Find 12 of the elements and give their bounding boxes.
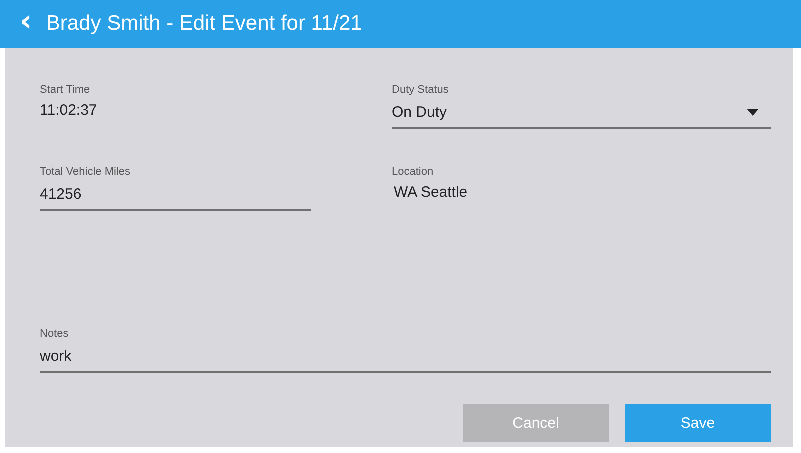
input-field[interactable]: work bbox=[40, 346, 771, 373]
field-label: Location bbox=[392, 166, 435, 178]
field-label: Start Time bbox=[40, 84, 92, 96]
field-value: WA Seattle bbox=[393, 184, 469, 201]
field-label: Notes bbox=[40, 328, 70, 340]
page-title: Brady Smith - Edit Event for 11/21 bbox=[46, 12, 362, 36]
field-value: 11:02:37 bbox=[40, 102, 98, 119]
field-label: Total Vehicle Miles bbox=[40, 166, 132, 178]
duty-status-dropdown[interactable]: On Duty bbox=[392, 102, 771, 129]
field-label: Duty Status bbox=[392, 84, 450, 96]
input-field[interactable]: 41256 bbox=[40, 184, 311, 211]
dropdown-caret-icon bbox=[747, 109, 759, 116]
